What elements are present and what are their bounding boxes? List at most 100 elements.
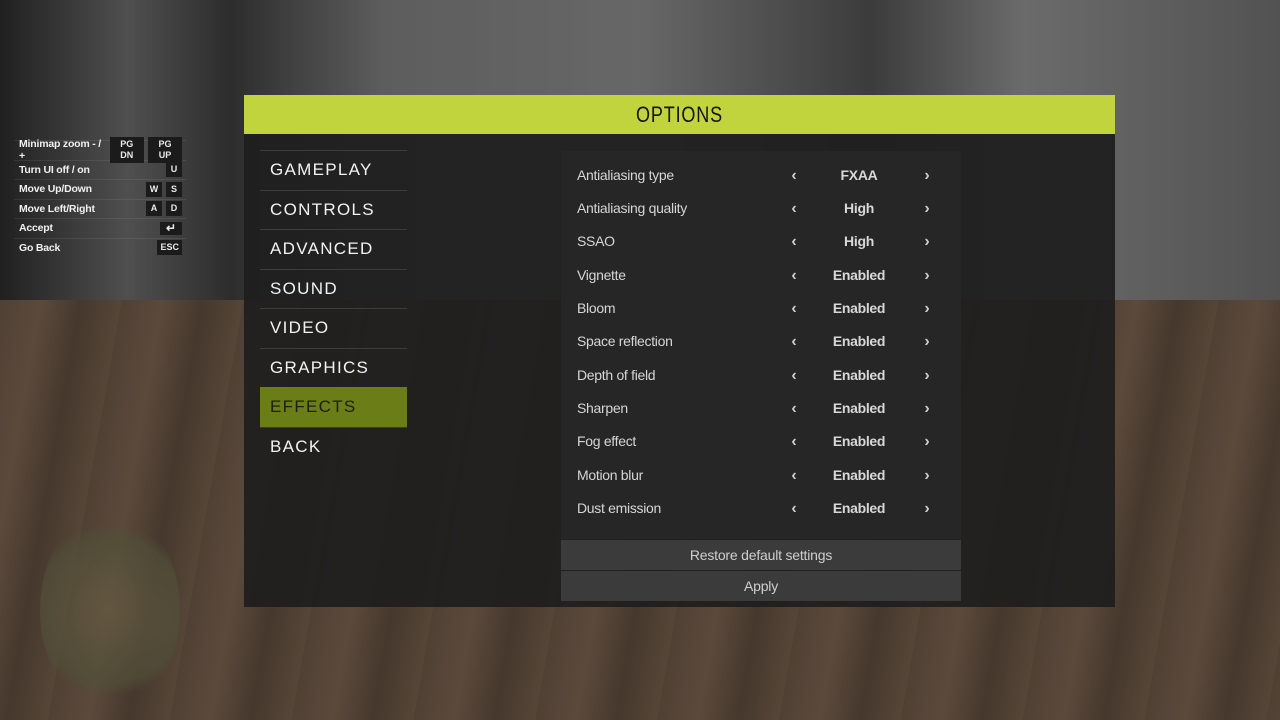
chevron-left-icon[interactable]: ‹ — [786, 292, 802, 325]
key-group: ↵ — [159, 221, 182, 235]
controls-help-panel: Minimap zoom - / + PG DN PG UP Turn UI o… — [14, 137, 186, 258]
help-row-move-left-right: Move Left/Right A D — [14, 198, 186, 219]
menu-item-label: ADVANCED — [270, 239, 374, 259]
help-row-accept: Accept ↵ — [14, 218, 186, 238]
key-group: ESC — [157, 240, 182, 256]
key-w: W — [146, 181, 162, 197]
chevron-left-icon[interactable]: ‹ — [786, 392, 802, 425]
key-group: W S — [146, 181, 182, 197]
menu-item-gameplay[interactable]: GAMEPLAY — [260, 150, 407, 190]
setting-fog-effect: Fog effect ‹ Enabled › — [561, 425, 961, 458]
chevron-right-icon[interactable]: › — [919, 192, 935, 225]
help-row-move-up-down: Move Up/Down W S — [14, 179, 186, 199]
effects-settings-panel: Antialiasing type ‹ FXAA › Antialiasing … — [561, 151, 961, 539]
setting-label: Antialiasing quality — [577, 200, 687, 216]
chevron-right-icon[interactable]: › — [919, 492, 935, 525]
help-label: Go Back — [19, 241, 61, 254]
key-s: S — [166, 181, 182, 197]
chevron-left-icon[interactable]: ‹ — [786, 459, 802, 492]
menu-item-graphics[interactable]: GRAPHICS — [260, 347, 407, 388]
chevron-right-icon[interactable]: › — [919, 392, 935, 425]
setting-value: Enabled — [832, 300, 886, 316]
setting-label: Fog effect — [577, 433, 637, 449]
menu-item-controls[interactable]: CONTROLS — [260, 189, 407, 230]
help-label: Move Left/Right — [19, 202, 95, 215]
setting-value: FXAA — [840, 167, 878, 183]
menu-item-label: CONTROLS — [270, 199, 375, 219]
setting-sharpen: Sharpen ‹ Enabled › — [561, 392, 961, 425]
setting-vignette: Vignette ‹ Enabled › — [561, 259, 961, 292]
options-window: OPTIONS GAMEPLAY CONTROLS ADVANCED SOUND… — [244, 95, 1115, 607]
menu-item-sound[interactable]: SOUND — [260, 268, 407, 309]
setting-dust-emission: Dust emission ‹ Enabled › — [561, 492, 961, 525]
chevron-left-icon[interactable]: ‹ — [786, 325, 802, 358]
help-label: Move Up/Down — [19, 183, 92, 196]
key-u: U — [166, 162, 182, 178]
chevron-right-icon[interactable]: › — [919, 325, 935, 358]
chevron-right-icon[interactable]: › — [919, 292, 935, 325]
setting-ssao: SSAO ‹ High › — [561, 225, 961, 258]
setting-value: Enabled — [832, 267, 886, 283]
enter-key-icon: ↵ — [159, 221, 182, 235]
setting-label: Antialiasing type — [577, 167, 674, 183]
menu-item-label: SOUND — [270, 278, 338, 298]
key-d: D — [166, 201, 182, 217]
chevron-left-icon[interactable]: ‹ — [786, 492, 802, 525]
apply-button[interactable]: Apply — [561, 571, 961, 601]
setting-antialiasing-type: Antialiasing type ‹ FXAA › — [561, 159, 961, 192]
help-row-go-back: Go Back ESC — [14, 237, 186, 258]
setting-label: Vignette — [577, 267, 626, 283]
chevron-right-icon[interactable]: › — [919, 259, 935, 292]
key-pgdn: PG DN — [109, 137, 145, 164]
menu-item-effects[interactable]: EFFECTS — [260, 387, 407, 427]
setting-value: Enabled — [832, 500, 886, 516]
setting-motion-blur: Motion blur ‹ Enabled › — [561, 459, 961, 492]
menu-item-label: GAMEPLAY — [270, 160, 373, 180]
setting-label: Dust emission — [577, 500, 662, 516]
options-menu: GAMEPLAY CONTROLS ADVANCED SOUND VIDEO G… — [260, 150, 407, 466]
restore-defaults-button[interactable]: Restore default settings — [561, 540, 961, 570]
chevron-right-icon[interactable]: › — [919, 425, 935, 458]
options-title: OPTIONS — [636, 102, 723, 127]
setting-value: High — [844, 233, 874, 249]
chevron-left-icon[interactable]: ‹ — [786, 259, 802, 292]
chevron-right-icon[interactable]: › — [919, 159, 935, 192]
setting-bloom: Bloom ‹ Enabled › — [561, 292, 961, 325]
setting-label: Motion blur — [577, 467, 643, 483]
help-label: Turn UI off / on — [19, 163, 90, 176]
setting-value: Enabled — [832, 400, 886, 416]
chevron-left-icon[interactable]: ‹ — [786, 225, 802, 258]
chevron-left-icon[interactable]: ‹ — [786, 359, 802, 392]
menu-item-label: EFFECTS — [270, 397, 357, 417]
setting-antialiasing-quality: Antialiasing quality ‹ High › — [561, 192, 961, 225]
help-label: Minimap zoom - / + — [19, 138, 101, 163]
menu-item-video[interactable]: VIDEO — [260, 308, 407, 348]
setting-label: Space reflection — [577, 333, 673, 349]
key-group: PG DN PG UP — [109, 137, 182, 164]
menu-item-advanced[interactable]: ADVANCED — [260, 229, 407, 269]
help-row-minimap-zoom: Minimap zoom - / + PG DN PG UP — [14, 137, 186, 164]
chevron-left-icon[interactable]: ‹ — [786, 192, 802, 225]
key-pgup: PG UP — [148, 137, 182, 164]
key-a: A — [146, 201, 162, 217]
chevron-right-icon[interactable]: › — [919, 225, 935, 258]
chevron-left-icon[interactable]: ‹ — [786, 159, 802, 192]
chevron-right-icon[interactable]: › — [919, 359, 935, 392]
menu-item-back[interactable]: BACK — [260, 426, 407, 467]
setting-label: SSAO — [577, 233, 615, 249]
chevron-right-icon[interactable]: › — [919, 459, 935, 492]
chevron-left-icon[interactable]: ‹ — [786, 425, 802, 458]
setting-value: High — [844, 200, 874, 216]
key-group: U — [166, 162, 182, 178]
setting-label: Depth of field — [577, 367, 656, 383]
help-label: Accept — [19, 222, 53, 235]
key-esc: ESC — [157, 240, 182, 256]
setting-value: Enabled — [832, 433, 886, 449]
menu-item-label: BACK — [270, 436, 322, 456]
menu-item-label: VIDEO — [270, 318, 330, 338]
setting-depth-of-field: Depth of field ‹ Enabled › — [561, 359, 961, 392]
setting-value: Enabled — [832, 467, 886, 483]
setting-label: Bloom — [577, 300, 616, 316]
setting-space-reflection: Space reflection ‹ Enabled › — [561, 325, 961, 358]
setting-label: Sharpen — [577, 400, 628, 416]
